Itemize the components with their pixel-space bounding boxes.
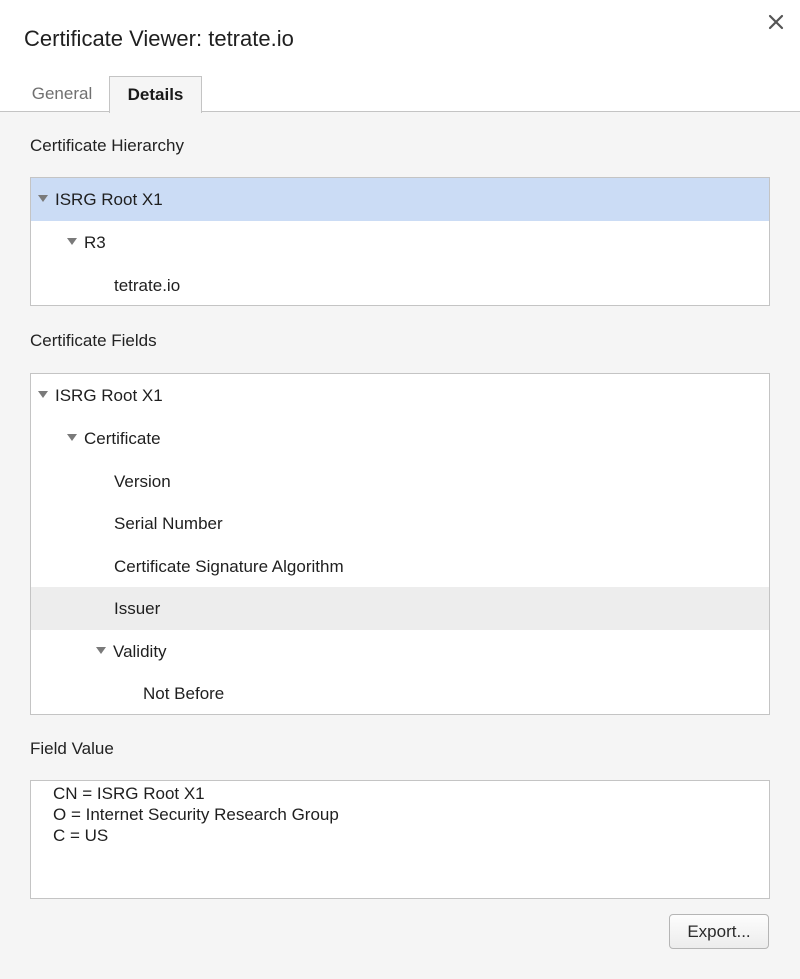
field-item-label: Serial Number	[114, 514, 223, 533]
tree-item-label: tetrate.io	[114, 276, 181, 295]
expand-triangle-icon[interactable]	[96, 647, 106, 654]
field-value-label: Field Value	[30, 739, 114, 758]
field-item-label: Validity	[113, 642, 167, 661]
certificate-fields-label: Certificate Fields	[30, 331, 157, 350]
field-item-label: Certificate	[84, 429, 161, 448]
expand-triangle-icon[interactable]	[67, 434, 77, 441]
field-item-serial-number[interactable]: Serial Number	[31, 502, 769, 545]
tree-item-tetrate-io[interactable]: tetrate.io	[31, 264, 769, 305]
title-bar: Certificate Viewer: tetrate.io	[0, 0, 800, 76]
field-item-label: ISRG Root X1	[55, 386, 163, 405]
field-item-label: Certificate Signature Algorithm	[114, 557, 344, 576]
expand-triangle-icon[interactable]	[38, 391, 48, 398]
field-item-label: Not Before	[143, 684, 225, 703]
certificate-hierarchy-label: Certificate Hierarchy	[30, 136, 184, 155]
field-item-label: Version	[114, 472, 171, 491]
tree-item-label: R3	[84, 233, 106, 252]
field-item-signature-algorithm[interactable]: Certificate Signature Algorithm	[31, 545, 769, 588]
tree-item-isrg-root-x1[interactable]: ISRG Root X1	[31, 178, 769, 221]
expand-triangle-icon[interactable]	[38, 195, 48, 202]
expand-triangle-icon[interactable]	[67, 238, 77, 245]
field-value-line: CN = ISRG Root X1	[53, 784, 205, 803]
field-value-line: O = Internet Security Research Group	[53, 805, 339, 824]
field-item-label: Issuer	[114, 599, 161, 618]
close-icon[interactable]	[762, 8, 790, 36]
tree-item-label: ISRG Root X1	[55, 190, 163, 209]
tab-details[interactable]: Details	[109, 76, 202, 113]
field-item-certificate[interactable]: Certificate	[31, 417, 769, 460]
field-item-isrg-root-x1[interactable]: ISRG Root X1	[31, 374, 769, 417]
certificate-hierarchy-tree[interactable]: ISRG Root X1 R3 tetrate.io	[30, 177, 770, 306]
certificate-fields-tree[interactable]: ISRG Root X1 Certificate Version Serial …	[30, 373, 770, 715]
export-button[interactable]: Export...	[669, 914, 769, 949]
field-item-not-before[interactable]: Not Before	[31, 672, 769, 714]
field-item-issuer[interactable]: Issuer	[31, 587, 769, 630]
certificate-viewer-dialog: Certificate Viewer: tetrate.io General D…	[0, 0, 800, 979]
field-item-version[interactable]: Version	[31, 460, 769, 503]
field-value-textarea[interactable]: CN = ISRG Root X1 O = Internet Security …	[30, 780, 770, 899]
field-item-validity[interactable]: Validity	[31, 630, 769, 673]
tab-bar: General Details	[0, 76, 800, 113]
tab-general[interactable]: General	[14, 76, 110, 112]
dialog-title: Certificate Viewer: tetrate.io	[24, 26, 294, 51]
field-value-line: C = US	[53, 826, 109, 845]
tree-item-r3[interactable]: R3	[31, 221, 769, 264]
